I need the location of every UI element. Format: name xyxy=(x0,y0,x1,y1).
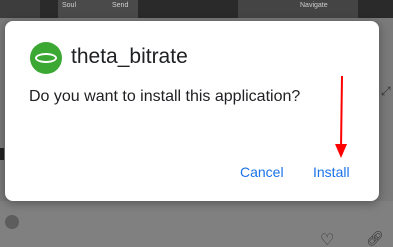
expand-icon: ⤢ xyxy=(381,84,391,98)
background-thumbnail xyxy=(238,0,358,18)
app-icon xyxy=(30,42,62,74)
background-text-fragment xyxy=(0,148,4,160)
link-icon: 🔗︎ xyxy=(366,230,384,246)
background-app-header: Soul Send Navigate xyxy=(0,0,393,18)
dialog-message: Do you want to install this application? xyxy=(29,88,301,105)
annotation-arrow-icon xyxy=(335,75,347,158)
install-button[interactable]: Install xyxy=(313,164,350,180)
heart-icon: ♡ xyxy=(320,232,335,247)
background-thumb-text: Navigate xyxy=(300,2,328,9)
background-thumb-text: Soul xyxy=(62,2,77,9)
background-thumb-text: Send xyxy=(112,2,129,9)
install-dialog: theta_bitrate Do you want to install thi… xyxy=(5,21,379,201)
background-avatar xyxy=(5,215,19,229)
dialog-title: theta_bitrate xyxy=(71,45,188,68)
cancel-button[interactable]: Cancel xyxy=(240,164,284,180)
background-thumbnail xyxy=(0,0,40,18)
